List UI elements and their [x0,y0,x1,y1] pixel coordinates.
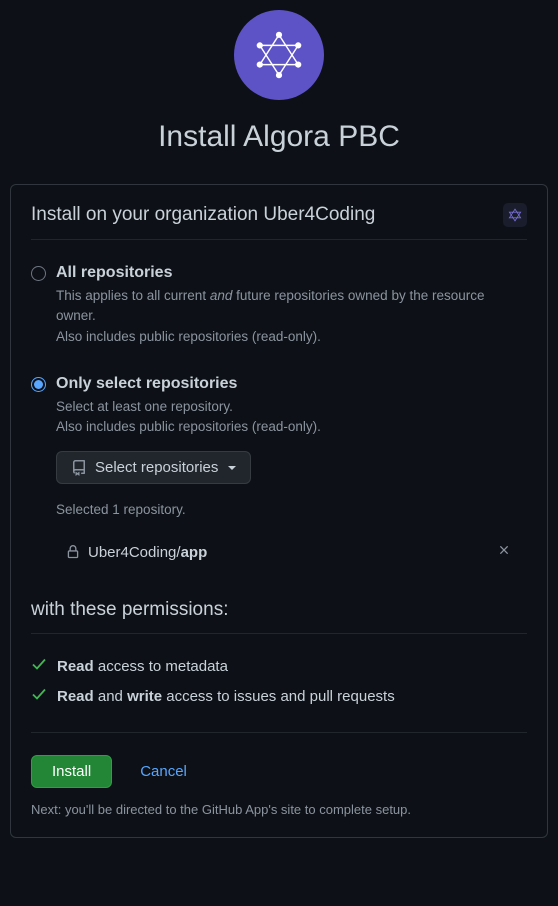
repo-full-name: Uber4Coding/app [88,544,207,561]
permission-text: Read access to metadata [57,658,228,675]
radio-body: All repositories This applies to all cur… [56,264,527,347]
check-icon [31,686,47,706]
permission-text: Read and write access to issues and pull… [57,688,395,705]
repo-icon [71,460,87,476]
radio-only-select-repositories[interactable]: Only select repositories Select at least… [31,375,527,574]
selected-repo-item: Uber4Coding/app [54,531,527,573]
desc-text: Also includes public repositories (read-… [56,419,321,434]
radio-description: Select at least one repository. Also inc… [56,397,527,438]
radio-description: This applies to all current and future r… [56,286,527,347]
permissions-heading: with these permissions: [31,599,527,634]
desc-text: This applies to all current [56,288,210,303]
next-step-text: Next: you'll be directed to the GitHub A… [31,802,527,817]
radio-all-repositories[interactable]: All repositories This applies to all cur… [31,264,527,347]
repo-name: app [181,544,208,561]
algora-icon [255,31,303,79]
radio-label: All repositories [56,264,527,282]
install-button[interactable]: Install [31,755,112,788]
perm-bold: Read [57,688,94,705]
install-on-text: Install on your organization Uber4Coding [31,204,375,226]
install-on-row: Install on your organization Uber4Coding [31,203,527,240]
radio-icon [31,377,46,392]
radio-icon [31,266,46,281]
repo-owner: Uber4Coding [88,544,176,561]
cancel-link[interactable]: Cancel [140,763,187,780]
select-repositories-button[interactable]: Select repositories [56,451,251,484]
permission-item: Read access to metadata [31,656,527,676]
check-icon [31,656,47,676]
org-avatar[interactable] [503,203,527,227]
repo-scope-group: All repositories This applies to all cur… [31,264,527,573]
install-card: Install on your organization Uber4Coding… [10,184,548,838]
remove-repo-button[interactable] [493,541,515,563]
algora-icon [508,208,522,222]
selected-count: Selected 1 repository. [56,502,527,517]
close-icon [497,543,511,557]
chevron-down-icon [228,466,236,470]
install-on-org: Uber4Coding [263,204,375,225]
perm-text: access to issues and pull requests [162,688,395,705]
permissions-list: Read access to metadata Read and write a… [31,656,527,733]
permission-item: Read and write access to issues and pull… [31,686,527,706]
desc-text: Also includes public repositories (read-… [56,329,321,344]
perm-bold: Read [57,658,94,675]
radio-body: Only select repositories Select at least… [56,375,527,574]
desc-em: and [210,288,233,303]
button-label: Select repositories [95,459,218,476]
perm-text: access to metadata [94,658,228,675]
perm-text: and [94,688,127,705]
app-logo [234,10,324,100]
page-title: Install Algora PBC [0,120,558,154]
action-row: Install Cancel [31,755,527,788]
radio-label: Only select repositories [56,375,527,393]
perm-bold: write [127,688,162,705]
install-on-prefix: Install on your organization [31,204,263,225]
lock-icon [66,545,80,559]
desc-text: Select at least one repository. [56,399,233,414]
